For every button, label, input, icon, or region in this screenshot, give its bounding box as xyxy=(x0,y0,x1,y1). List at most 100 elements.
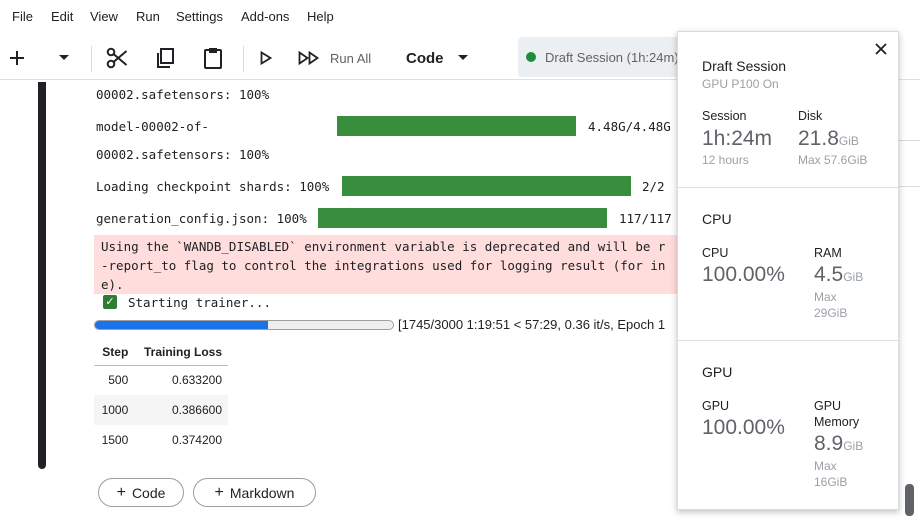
add-code-label: Code xyxy=(131,484,166,501)
menu-help[interactable]: Help xyxy=(307,9,334,24)
session-status-label: Draft Session (1h:24m) xyxy=(545,50,679,65)
cell-type-value: Code xyxy=(406,49,444,67)
cpu-section-title: CPU xyxy=(702,211,732,227)
gpu-label: GPU xyxy=(702,399,730,413)
clipboard-icon xyxy=(204,48,222,69)
close-panel-button[interactable] xyxy=(872,40,890,58)
output-line: model-00002-of- xyxy=(96,119,209,134)
warning-line: e). xyxy=(101,277,124,292)
warning-line: -report_to flag to control the integrati… xyxy=(101,258,666,273)
output-line: Loading checkpoint shards: 100% xyxy=(96,179,330,194)
menu-run[interactable]: Run xyxy=(136,9,160,24)
menu-view[interactable]: View xyxy=(90,9,118,24)
paste-button[interactable] xyxy=(200,36,226,80)
gpu-memory-reading: 8.9GiB xyxy=(814,432,863,456)
menu-edit[interactable]: Edit xyxy=(51,9,73,24)
output-line: 117/117 xyxy=(619,211,672,226)
table-cell-loss: 0.633200 xyxy=(171,373,222,388)
gpu-memory-unit: GiB xyxy=(843,439,864,453)
genconfig-progress-bar xyxy=(318,208,607,228)
output-line: 00002.safetensors: 100% xyxy=(96,87,270,102)
table-row: 500 0.633200 xyxy=(94,365,228,395)
cell-active-indicator xyxy=(38,82,46,469)
panel-divider xyxy=(678,340,898,341)
ram-max-label: Max xyxy=(814,290,837,304)
background-divider xyxy=(899,140,920,141)
menu-addons[interactable]: Add-ons xyxy=(241,9,289,24)
output-line: 00002.safetensors: 100% xyxy=(96,147,270,162)
fast-forward-icon xyxy=(298,51,320,65)
session-status-button[interactable]: Draft Session (1h:24m) xyxy=(518,37,683,77)
menu-settings[interactable]: Settings xyxy=(176,9,223,24)
training-progress-fill xyxy=(95,321,269,329)
add-cell-dropdown[interactable] xyxy=(54,36,74,80)
run-cell-button[interactable] xyxy=(256,36,276,80)
cut-button[interactable] xyxy=(104,36,130,80)
training-progress-bar xyxy=(94,320,394,330)
checkpoint-progress-bar xyxy=(342,176,631,196)
add-markdown-cell-button[interactable]: + Markdown xyxy=(193,478,316,507)
copy-button[interactable] xyxy=(152,36,178,80)
output-line: 2/2 xyxy=(642,179,665,194)
menu-bar: File Edit View Run Settings Add-ons Help xyxy=(0,0,920,34)
table-header-step: Step xyxy=(94,339,135,366)
table-row: 1000 0.386600 xyxy=(94,395,228,425)
panel-divider xyxy=(678,187,898,188)
table-cell-loss: 0.386600 xyxy=(134,395,228,425)
gpu-value: 100.00% xyxy=(702,416,785,439)
session-status-dot xyxy=(526,52,536,62)
toolbar-divider xyxy=(91,46,92,72)
session-label: Session xyxy=(702,109,747,123)
disk-label: Disk xyxy=(798,109,823,123)
chevron-down-icon xyxy=(457,55,468,60)
disk-unit: GiB xyxy=(838,134,859,148)
ram-value: 4.5 xyxy=(814,263,844,286)
background-divider xyxy=(899,186,920,187)
output-line: 4.48G/4.48G xyxy=(588,119,671,134)
training-progress-text: [1745/3000 1:19:51 < 57:29, 0.36 it/s, E… xyxy=(398,317,666,332)
gpu-memory-value: 8.9 xyxy=(814,432,844,455)
output-line: generation_config.json: 100% xyxy=(96,211,307,226)
plus-icon: + xyxy=(214,483,224,501)
gpu-memory-label-line2: Memory xyxy=(814,415,860,429)
menu-file[interactable]: File xyxy=(12,9,33,24)
table-row: 1500 0.374200 xyxy=(94,425,228,455)
cpu-label: CPU xyxy=(702,246,729,260)
chevron-down-icon xyxy=(59,55,69,60)
gpu-memory-max-value: 16GiB xyxy=(814,475,848,489)
run-all-button[interactable]: Run All xyxy=(298,36,378,80)
run-all-label: Run All xyxy=(330,50,372,66)
copy-icon xyxy=(157,48,174,68)
scrollbar-thumb[interactable] xyxy=(905,484,914,516)
cell-type-select[interactable]: Code xyxy=(398,36,470,80)
gpu-memory-max-label: Max xyxy=(814,459,837,473)
panel-title: Draft Session xyxy=(702,58,787,74)
plus-icon xyxy=(10,51,24,65)
table-cell-step: 1500 xyxy=(101,433,129,447)
ram-unit: GiB xyxy=(843,270,864,284)
ram-max-value: 29GiB xyxy=(814,306,848,320)
add-code-cell-button[interactable]: + Code xyxy=(98,478,184,507)
session-max: 12 hours xyxy=(702,153,749,167)
warning-output: Using the `WANDB_DISABLED` environment v… xyxy=(94,235,677,294)
cpu-value: 100.00% xyxy=(702,263,785,286)
download-progress-bar xyxy=(337,116,576,136)
table-cell-step: 1000 xyxy=(94,395,135,425)
training-loss-table: Step Training Loss 500 0.633200 1000 0.3… xyxy=(94,339,228,455)
ram-label: RAM xyxy=(814,246,842,260)
panel-subtitle: GPU P100 On xyxy=(702,77,779,91)
table-cell-loss: 0.374200 xyxy=(171,433,222,447)
add-markdown-label: Markdown xyxy=(229,484,295,501)
table-cell-step: 500 xyxy=(108,373,129,388)
warning-line: Using the `WANDB_DISABLED` environment v… xyxy=(101,239,666,254)
session-value: 1h:24m xyxy=(702,127,773,150)
ram-reading: 4.5GiB xyxy=(814,263,863,287)
close-icon xyxy=(875,43,887,55)
add-cell-button[interactable] xyxy=(4,36,30,80)
scissors-icon xyxy=(106,47,128,69)
gpu-section-title: GPU xyxy=(702,364,733,380)
trainer-status: Starting trainer... xyxy=(128,295,271,310)
toolbar-divider xyxy=(243,46,244,72)
disk-value: 21.8 xyxy=(798,127,839,150)
play-icon xyxy=(260,51,272,65)
